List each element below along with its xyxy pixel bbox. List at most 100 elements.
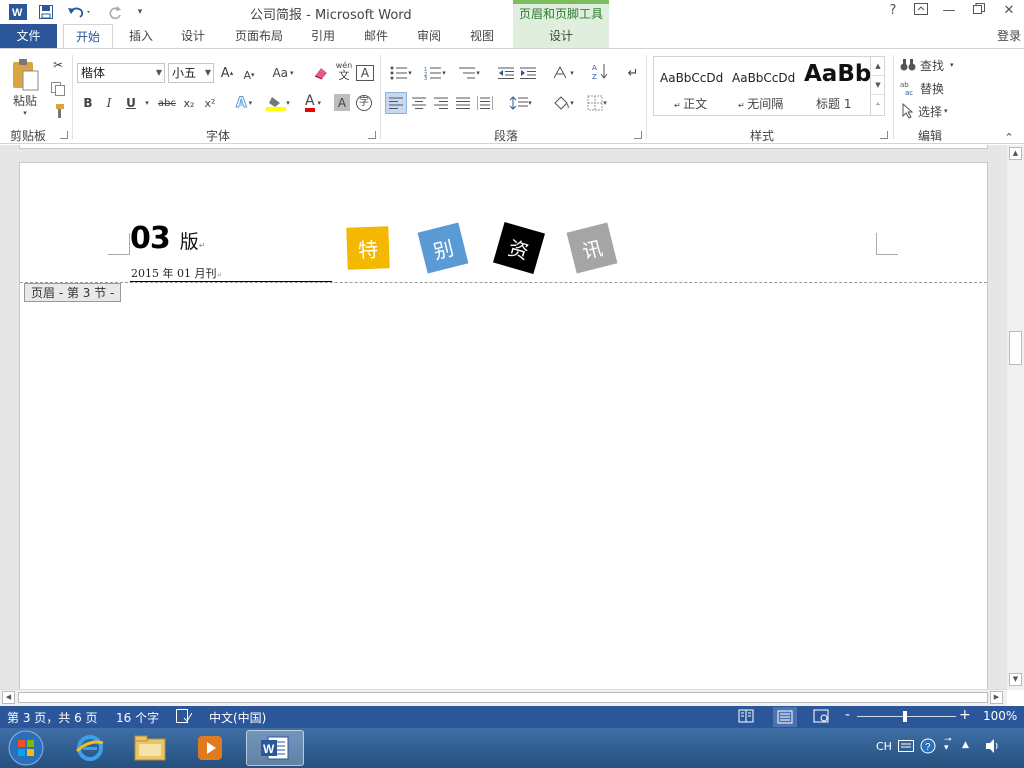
media-player-icon[interactable]: [182, 730, 238, 766]
read-mode-icon[interactable]: [738, 709, 754, 726]
shading-button[interactable]: ▾: [548, 93, 578, 113]
justify-icon[interactable]: [453, 93, 473, 113]
customize-qat-icon[interactable]: ▾: [134, 3, 146, 21]
keyboard-icon[interactable]: [898, 740, 914, 755]
change-case-button[interactable]: Aa ▾: [268, 63, 298, 83]
proofing-icon[interactable]: [176, 709, 193, 726]
align-right-icon[interactable]: [431, 93, 451, 113]
multilevel-list-button[interactable]: ▾: [454, 63, 484, 83]
vertical-scroll-thumb[interactable]: [1009, 331, 1022, 365]
underline-dropdown-icon[interactable]: ▾: [142, 93, 152, 113]
word-taskbar-button[interactable]: W: [246, 730, 304, 766]
font-size-select[interactable]: 小五 ▼: [168, 63, 214, 83]
highlight-color-button[interactable]: ▾: [262, 93, 294, 113]
minimize-button[interactable]: —: [938, 3, 960, 21]
zoom-in-button[interactable]: +: [959, 707, 971, 723]
style-no-spacing[interactable]: AaBbCcDd ↵ 无间隔: [728, 57, 800, 115]
save-icon[interactable]: [36, 3, 56, 21]
bold-button[interactable]: B: [80, 93, 96, 113]
clear-formatting-icon[interactable]: [311, 63, 331, 83]
close-button[interactable]: ✕: [998, 3, 1020, 21]
web-layout-icon[interactable]: [813, 709, 829, 726]
superscript-button[interactable]: x²: [201, 93, 219, 113]
scroll-up-icon[interactable]: ▲: [1009, 147, 1022, 160]
font-family-select[interactable]: 楷体 ▼: [77, 63, 165, 83]
tile-xun[interactable]: 讯: [566, 222, 618, 274]
print-layout-icon[interactable]: [773, 707, 797, 727]
find-button[interactable]: 查找 ▾: [900, 55, 962, 75]
align-center-icon[interactable]: [409, 93, 429, 113]
borders-button[interactable]: ▾: [582, 93, 612, 113]
tab-file[interactable]: 文件: [0, 24, 57, 49]
volume-icon[interactable]: [984, 738, 1002, 757]
copy-icon[interactable]: [48, 79, 68, 99]
tab-review[interactable]: 审阅: [408, 24, 450, 49]
chinese-layout-button[interactable]: ▾: [548, 63, 578, 83]
style-normal[interactable]: AaBbCcDd ↵ 正文: [654, 57, 726, 115]
cut-icon[interactable]: ✂: [48, 55, 68, 75]
help-button[interactable]: ?: [882, 3, 904, 21]
paragraph-launcher-icon[interactable]: [634, 131, 642, 139]
tab-header-footer-design[interactable]: 设计: [513, 24, 609, 49]
tab-insert[interactable]: 插入: [120, 24, 162, 49]
replace-button[interactable]: ab ac 替换: [900, 78, 956, 98]
tab-mailings[interactable]: 邮件: [355, 24, 397, 49]
distributed-icon[interactable]: [475, 93, 495, 113]
tab-design[interactable]: 设计: [172, 24, 214, 49]
numbering-button[interactable]: 1 2 3 ▾: [420, 63, 450, 83]
select-button[interactable]: 选择 ▾: [900, 101, 960, 121]
clipboard-launcher-icon[interactable]: [60, 131, 68, 139]
align-left-button[interactable]: [385, 92, 407, 114]
vertical-scrollbar[interactable]: ▲ ▼: [1007, 145, 1024, 690]
font-color-button[interactable]: A ▾: [298, 93, 328, 113]
sort-icon[interactable]: AZ: [590, 61, 610, 81]
header-section-tag[interactable]: 页眉 - 第 3 节 -: [24, 283, 122, 302]
zoom-slider-thumb[interactable]: [903, 711, 907, 722]
page-count[interactable]: 第 3 页，共 6 页: [7, 709, 98, 726]
tab-home[interactable]: 开始: [63, 24, 113, 50]
styles-launcher-icon[interactable]: [880, 131, 888, 139]
start-button[interactable]: [2, 730, 50, 766]
font-launcher-icon[interactable]: [368, 131, 376, 139]
paste-button[interactable]: 粘贴 ▾: [6, 55, 44, 119]
zoom-level[interactable]: 100%: [983, 709, 1017, 723]
issue-heading[interactable]: 03 版 ↵: [130, 221, 205, 257]
grow-font-button[interactable]: A ▴: [218, 63, 236, 83]
zoom-out-button[interactable]: -: [845, 707, 850, 723]
restore-button[interactable]: [968, 3, 990, 21]
show-formatting-marks-icon[interactable]: ↵: [624, 63, 642, 83]
increase-indent-icon[interactable]: [518, 63, 538, 83]
tab-references[interactable]: 引用: [302, 24, 344, 49]
character-shading-button[interactable]: A: [334, 94, 350, 111]
text-effects-button[interactable]: A ▾: [230, 93, 258, 113]
tile-te[interactable]: 特: [346, 226, 390, 270]
help-tray-icon[interactable]: ?: [920, 738, 936, 757]
enclose-characters-button[interactable]: 字: [354, 93, 374, 113]
tab-view[interactable]: 视图: [461, 24, 503, 49]
undo-icon[interactable]: [66, 3, 94, 21]
tile-zi[interactable]: 资: [493, 222, 545, 274]
line-spacing-button[interactable]: ▾: [506, 93, 536, 113]
collapse-ribbon-icon[interactable]: ⌃: [1002, 127, 1016, 147]
file-explorer-icon[interactable]: [122, 730, 178, 766]
italic-button[interactable]: I: [101, 93, 117, 113]
more-styles-icon[interactable]: ⩡: [871, 95, 884, 114]
decrease-indent-icon[interactable]: [496, 63, 516, 83]
scroll-left-icon[interactable]: ◀: [2, 691, 15, 704]
style-heading-1[interactable]: AaBb 标题 1: [802, 57, 874, 115]
format-painter-icon[interactable]: [48, 101, 68, 121]
horizontal-scrollbar[interactable]: ◀ ▶: [0, 689, 1007, 706]
tile-bie[interactable]: 别: [417, 222, 469, 274]
subscript-button[interactable]: x₂: [180, 93, 198, 113]
character-border-button[interactable]: A: [356, 65, 374, 81]
show-hidden-icons[interactable]: ▲: [962, 740, 969, 750]
ime-options-icon[interactable]: ⊸ ▾: [944, 736, 952, 753]
ribbon-display-options-icon[interactable]: [910, 3, 932, 21]
word-count[interactable]: 16 个字: [116, 709, 159, 726]
scroll-right-icon[interactable]: ▶: [990, 691, 1003, 704]
tab-page-layout[interactable]: 页面布局: [226, 24, 292, 49]
word-app-icon[interactable]: W: [8, 3, 28, 21]
language-indicator[interactable]: 中文(中国): [209, 709, 266, 726]
page[interactable]: 03 版 ↵ 2015 年 01 月刊↵ 特 别 资 讯 页眉 - 第 3 节 …: [19, 162, 988, 692]
chevron-down-icon[interactable]: ▼: [871, 76, 884, 95]
